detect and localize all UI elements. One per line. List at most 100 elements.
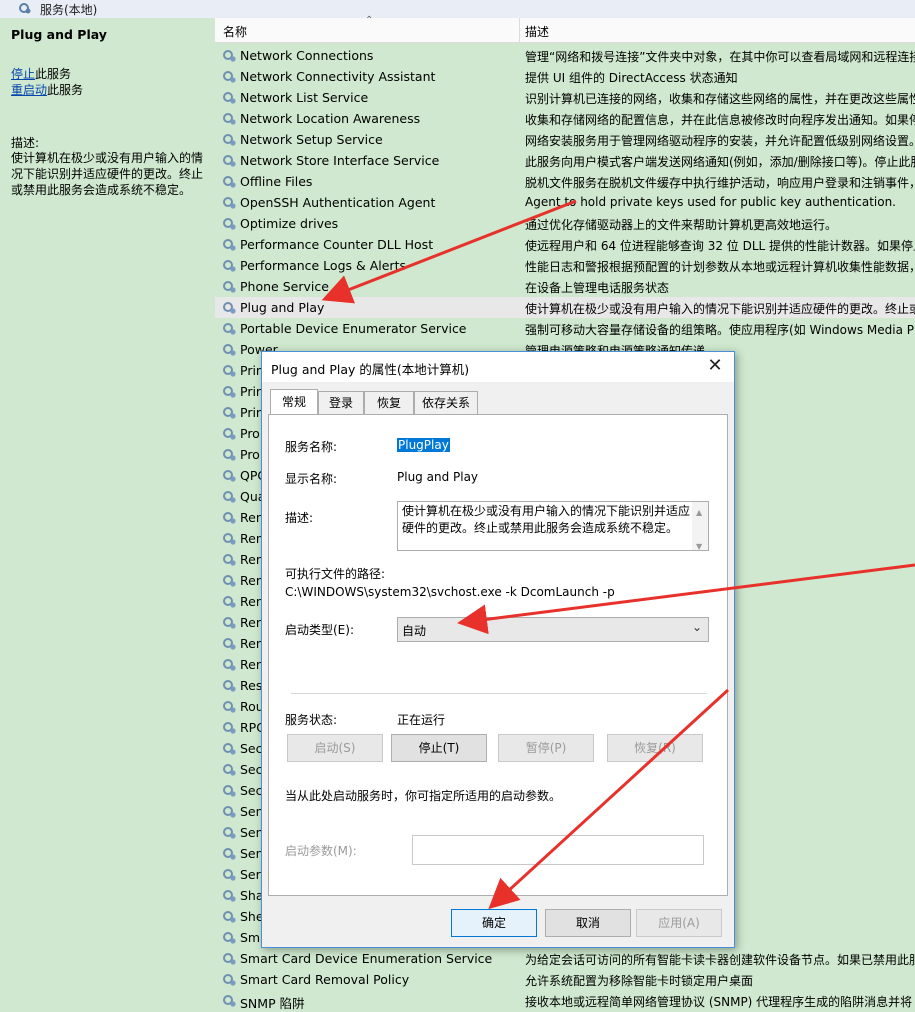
service-gear-icon (223, 344, 236, 356)
service-gear-icon (223, 890, 236, 902)
table-row[interactable]: Phone Service 在设备上管理电话服务状态 (215, 276, 915, 297)
service-name: Plug and Play (240, 300, 325, 315)
service-gear-icon (223, 911, 236, 923)
service-gear-icon (223, 764, 236, 776)
tab-dependencies[interactable]: 依存关系 (414, 391, 478, 414)
table-row[interactable]: OpenSSH Authentication Agent Agent to hol… (215, 192, 915, 213)
table-row[interactable]: Network Store Interface Service 此服务向用户模式客… (215, 150, 915, 171)
service-gear-icon (223, 176, 236, 188)
service-gear-icon (223, 554, 236, 566)
close-icon[interactable]: ✕ (704, 355, 726, 377)
service-description-cell: 收集和存储网络的配置信息，并在此信息被修改时向程序发出通知。如果停 (525, 113, 915, 127)
startup-type-value: 自动 (402, 624, 427, 638)
service-gear-icon (223, 365, 236, 377)
service-description-cell: 管理“网络和拨号连接”文件夹中对象，在其中你可以查看局域网和远程连接 (525, 50, 915, 64)
tab-logon[interactable]: 登录 (318, 391, 364, 414)
table-row[interactable]: Smart Card Device Enumeration Service 为给定… (215, 948, 915, 969)
table-row[interactable]: Offline Files 脱机文件服务在脱机文件缓存中执行维护活动，响应用户登录… (215, 171, 915, 192)
service-gear-icon (223, 71, 236, 83)
service-gear-icon (223, 512, 236, 524)
service-name: OpenSSH Authentication Agent (240, 195, 436, 210)
service-name: Network Connectivity Assistant (240, 69, 436, 84)
table-row[interactable]: Network Location Awareness 收集和存储网络的配置信息，并… (215, 108, 915, 129)
service-name: Network Location Awareness (240, 111, 421, 126)
dialog-description-label: 描述: (285, 511, 314, 525)
chevron-down-icon: ⌄ (691, 620, 702, 634)
column-header-description[interactable]: 描述 (525, 23, 549, 40)
table-row[interactable]: SNMP 陷阱 接收本地或远程简单网络管理协议 (SNMP) 代理程序生成的陷阱消… (215, 990, 915, 1011)
scroll-up-icon[interactable]: ▲ (696, 504, 702, 521)
service-gear-icon (223, 953, 236, 965)
service-description-cell: 允许系统配置为移除智能卡时锁定用户桌面 (525, 974, 754, 988)
cancel-button[interactable]: 取消 (545, 909, 631, 937)
sort-ascending-icon: ⌃ (365, 15, 374, 26)
service-description-cell: Agent to hold private keys used for publ… (525, 195, 896, 209)
table-row[interactable]: Network Connectivity Assistant 提供 UI 组件的 … (215, 66, 915, 87)
service-description-cell: 脱机文件服务在脱机文件缓存中执行维护活动，响应用户登录和注销事件， (525, 176, 915, 190)
service-gear-icon (223, 386, 236, 398)
service-description-cell: 使远程用户和 64 位进程能够查询 32 位 DLL 提供的性能计数器。如果停止 (525, 239, 915, 253)
startup-type-select[interactable]: 自动 ⌄ (397, 617, 709, 642)
scroll-down-icon[interactable]: ▼ (696, 538, 702, 555)
service-description-cell: 此服务向用户模式客户端发送网络通知(例如，添加/删除接口等)。停止此服 (525, 155, 915, 169)
separator (291, 693, 707, 694)
console-title: 服务(本地) (40, 3, 98, 17)
stop-button[interactable]: 停止(T) (391, 734, 487, 762)
service-name: Performance Logs & Alerts (240, 258, 406, 273)
table-row[interactable]: Plug and Play 使计算机在极少或没有用户输入的情况下能识别并适应硬件的… (215, 297, 915, 318)
description-scrollbar[interactable]: ▲ ▼ (692, 502, 708, 551)
dialog-titlebar[interactable]: Plug and Play 的属性(本地计算机) ✕ (262, 352, 734, 382)
pause-button[interactable]: 暂停(P) (498, 734, 594, 762)
service-gear-icon (223, 974, 236, 986)
start-button[interactable]: 启动(S) (287, 734, 383, 762)
display-name-value[interactable]: Plug and Play (397, 470, 478, 484)
apply-button[interactable]: 应用(A) (636, 909, 722, 937)
tab-general[interactable]: 常规 (270, 389, 318, 414)
start-params-hint: 当从此处启动服务时，你可指定所适用的启动参数。 (285, 789, 562, 803)
column-divider[interactable] (519, 18, 520, 42)
path-label: 可执行文件的路径: (285, 567, 386, 581)
service-gear-icon (223, 806, 236, 818)
service-name-label: 服务名称: (285, 440, 338, 454)
table-row[interactable]: Network Connections 管理“网络和拨号连接”文件夹中对象，在其中… (215, 45, 915, 66)
service-name: Network Setup Service (240, 132, 383, 147)
table-row[interactable]: Smart Card Removal Policy 允许系统配置为移除智能卡时锁定… (215, 969, 915, 990)
service-name: Offline Files (240, 174, 313, 189)
restart-service-link[interactable]: 重启动 (11, 83, 47, 97)
stop-service-link[interactable]: 停止 (11, 67, 35, 81)
table-row[interactable]: Optimize drives 通过优化存储驱动器上的文件来帮助计算机更高效地运行… (215, 213, 915, 234)
display-name-label: 显示名称: (285, 472, 338, 486)
service-gear-icon (223, 701, 236, 713)
service-gear-icon (223, 113, 236, 125)
service-name-selected-text[interactable]: PlugPlay (397, 438, 450, 452)
service-name: Sec (240, 783, 263, 798)
service-gear-icon (223, 533, 236, 545)
resume-button[interactable]: 恢复(R) (607, 734, 703, 762)
path-value[interactable]: C:\WINDOWS\system32\svchost.exe -k DcomL… (285, 585, 615, 599)
service-gear-icon (223, 932, 236, 944)
ok-button[interactable]: 确定 (451, 909, 537, 937)
description-text: 使计算机在极少或没有用户输入的情况下能识别并适应硬件的更改。终止或禁用此服务会造… (402, 504, 691, 535)
stop-suffix: 此服务 (35, 67, 72, 81)
table-row[interactable]: Portable Device Enumerator Service 强制可移动大… (215, 318, 915, 339)
service-name-value[interactable]: PlugPlay (397, 438, 450, 452)
service-description-cell: 通过优化存储驱动器上的文件来帮助计算机更高效地运行。 (525, 218, 838, 232)
service-name: Network Store Interface Service (240, 153, 440, 168)
column-header-name[interactable]: 名称 (223, 23, 247, 40)
table-row[interactable]: Performance Counter DLL Host 使远程用户和 64 位进… (215, 234, 915, 255)
service-name: Smart Card Removal Policy (240, 972, 410, 987)
description-textbox[interactable]: 使计算机在极少或没有用户输入的情况下能识别并适应硬件的更改。终止或禁用此服务会造… (397, 501, 709, 551)
service-gear-icon (223, 617, 236, 629)
table-row[interactable]: Network List Service 识别计算机已连接的网络，收集和存储这些网… (215, 87, 915, 108)
service-status-value: 正在运行 (397, 713, 446, 727)
table-row[interactable]: Performance Logs & Alerts 性能日志和警报根据预配置的计划… (215, 255, 915, 276)
tab-recovery[interactable]: 恢复 (364, 391, 414, 414)
service-description-cell: 使计算机在极少或没有用户输入的情况下能识别并适应硬件的更改。终止或 (525, 302, 915, 316)
service-description-cell: 网络安装服务用于管理网络驱动程序的安装，并允许配置低级别网络设置。 (525, 134, 915, 148)
services-gear-icon (19, 3, 31, 14)
stop-action: 停止此服务 (11, 65, 71, 82)
start-params-input[interactable] (412, 835, 704, 865)
table-row[interactable]: Network Setup Service 网络安装服务用于管理网络驱动程序的安装… (215, 129, 915, 150)
service-name: Optimize drives (240, 216, 339, 231)
service-gear-icon (223, 260, 236, 272)
